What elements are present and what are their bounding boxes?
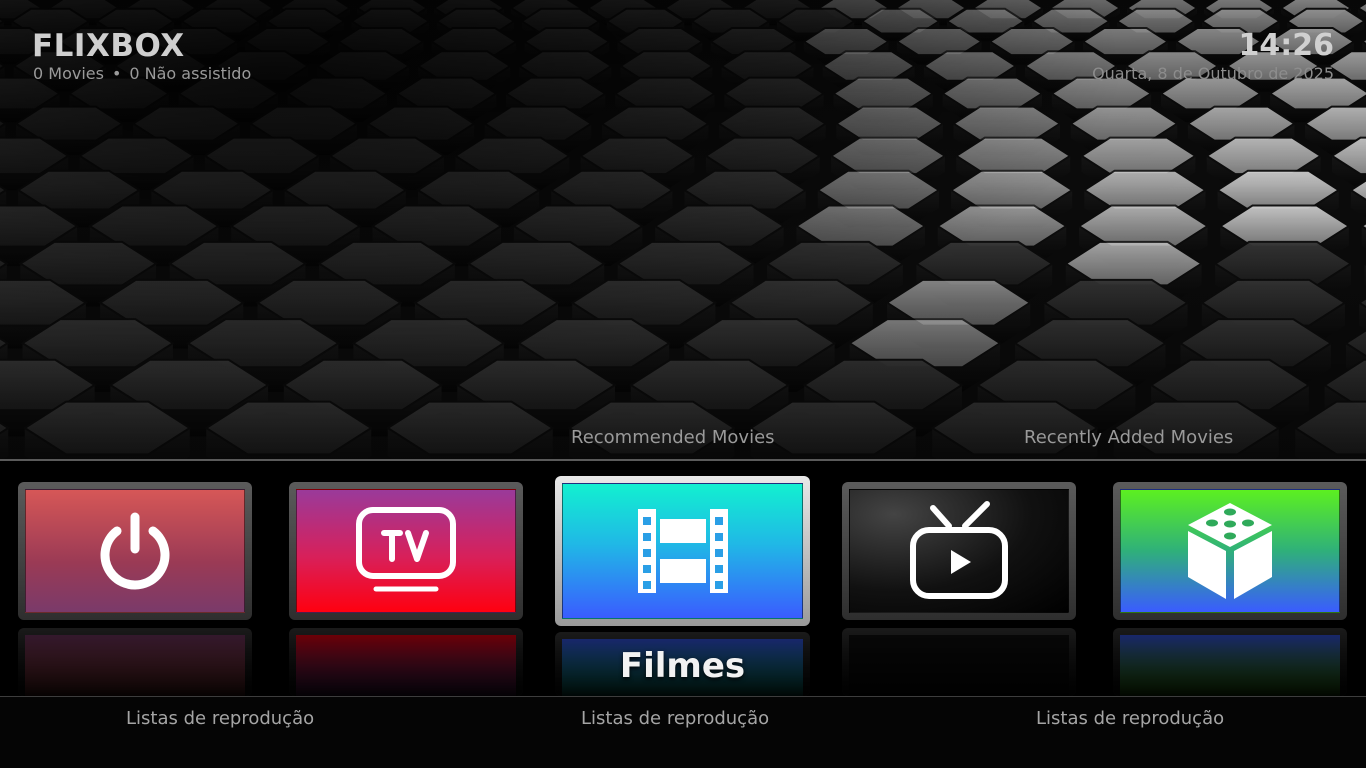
tv-icon bbox=[354, 505, 458, 597]
menu-tile-movies[interactable] bbox=[555, 476, 810, 626]
submenu-playlists-left[interactable]: Listas de reprodução bbox=[126, 708, 314, 729]
menu-tile-power[interactable] bbox=[18, 482, 252, 620]
reflection-fade bbox=[842, 628, 1076, 696]
focused-menu-label: Filmes bbox=[555, 646, 810, 686]
reflection-fade bbox=[18, 628, 252, 696]
home-screen: FLIXBOX 0 Movies • 0 Não assistido 14:26 Q… bbox=[0, 0, 1366, 768]
reflection-fade bbox=[289, 628, 523, 696]
tile-face-movies bbox=[562, 483, 803, 619]
stats-separator: • bbox=[112, 64, 121, 83]
unwatched-count: 0 Não assistido bbox=[129, 64, 251, 83]
reflection-games bbox=[1113, 628, 1347, 696]
reflection-power bbox=[18, 628, 252, 696]
power-icon bbox=[93, 509, 177, 593]
tile-face-live-tv bbox=[849, 489, 1069, 613]
menu-tile-live-tv[interactable] bbox=[842, 482, 1076, 620]
clock: 14:26 bbox=[1239, 28, 1335, 63]
tile-face-power bbox=[25, 489, 245, 613]
reflection-live-tv bbox=[842, 628, 1076, 696]
submenu-playlists-right[interactable]: Listas de reprodução bbox=[1036, 708, 1224, 729]
widget-recommended-movies[interactable]: Recommended Movies bbox=[571, 427, 775, 448]
film-strip-icon bbox=[634, 505, 732, 597]
tile-face-games bbox=[1120, 489, 1340, 613]
menu-tile-games[interactable] bbox=[1113, 482, 1347, 620]
menu-tile-tv[interactable] bbox=[289, 482, 523, 620]
live-tv-icon bbox=[907, 500, 1011, 602]
library-stats: 0 Movies • 0 Não assistido bbox=[33, 64, 251, 83]
reflection-fade bbox=[1113, 628, 1347, 696]
menu-divider-bottom bbox=[0, 696, 1366, 697]
brand-logo-text: FLIXBOX bbox=[32, 28, 185, 64]
submenu-playlists-center[interactable]: Listas de reprodução bbox=[581, 708, 769, 729]
dice-cube-icon bbox=[1182, 499, 1278, 603]
widget-recently-added-movies[interactable]: Recently Added Movies bbox=[1024, 427, 1233, 448]
date-label: Quarta, 8 de Outubro de 2025 bbox=[1092, 64, 1334, 83]
movies-count: 0 Movies bbox=[33, 64, 104, 83]
tile-face-tv bbox=[296, 489, 516, 613]
reflection-tv bbox=[289, 628, 523, 696]
